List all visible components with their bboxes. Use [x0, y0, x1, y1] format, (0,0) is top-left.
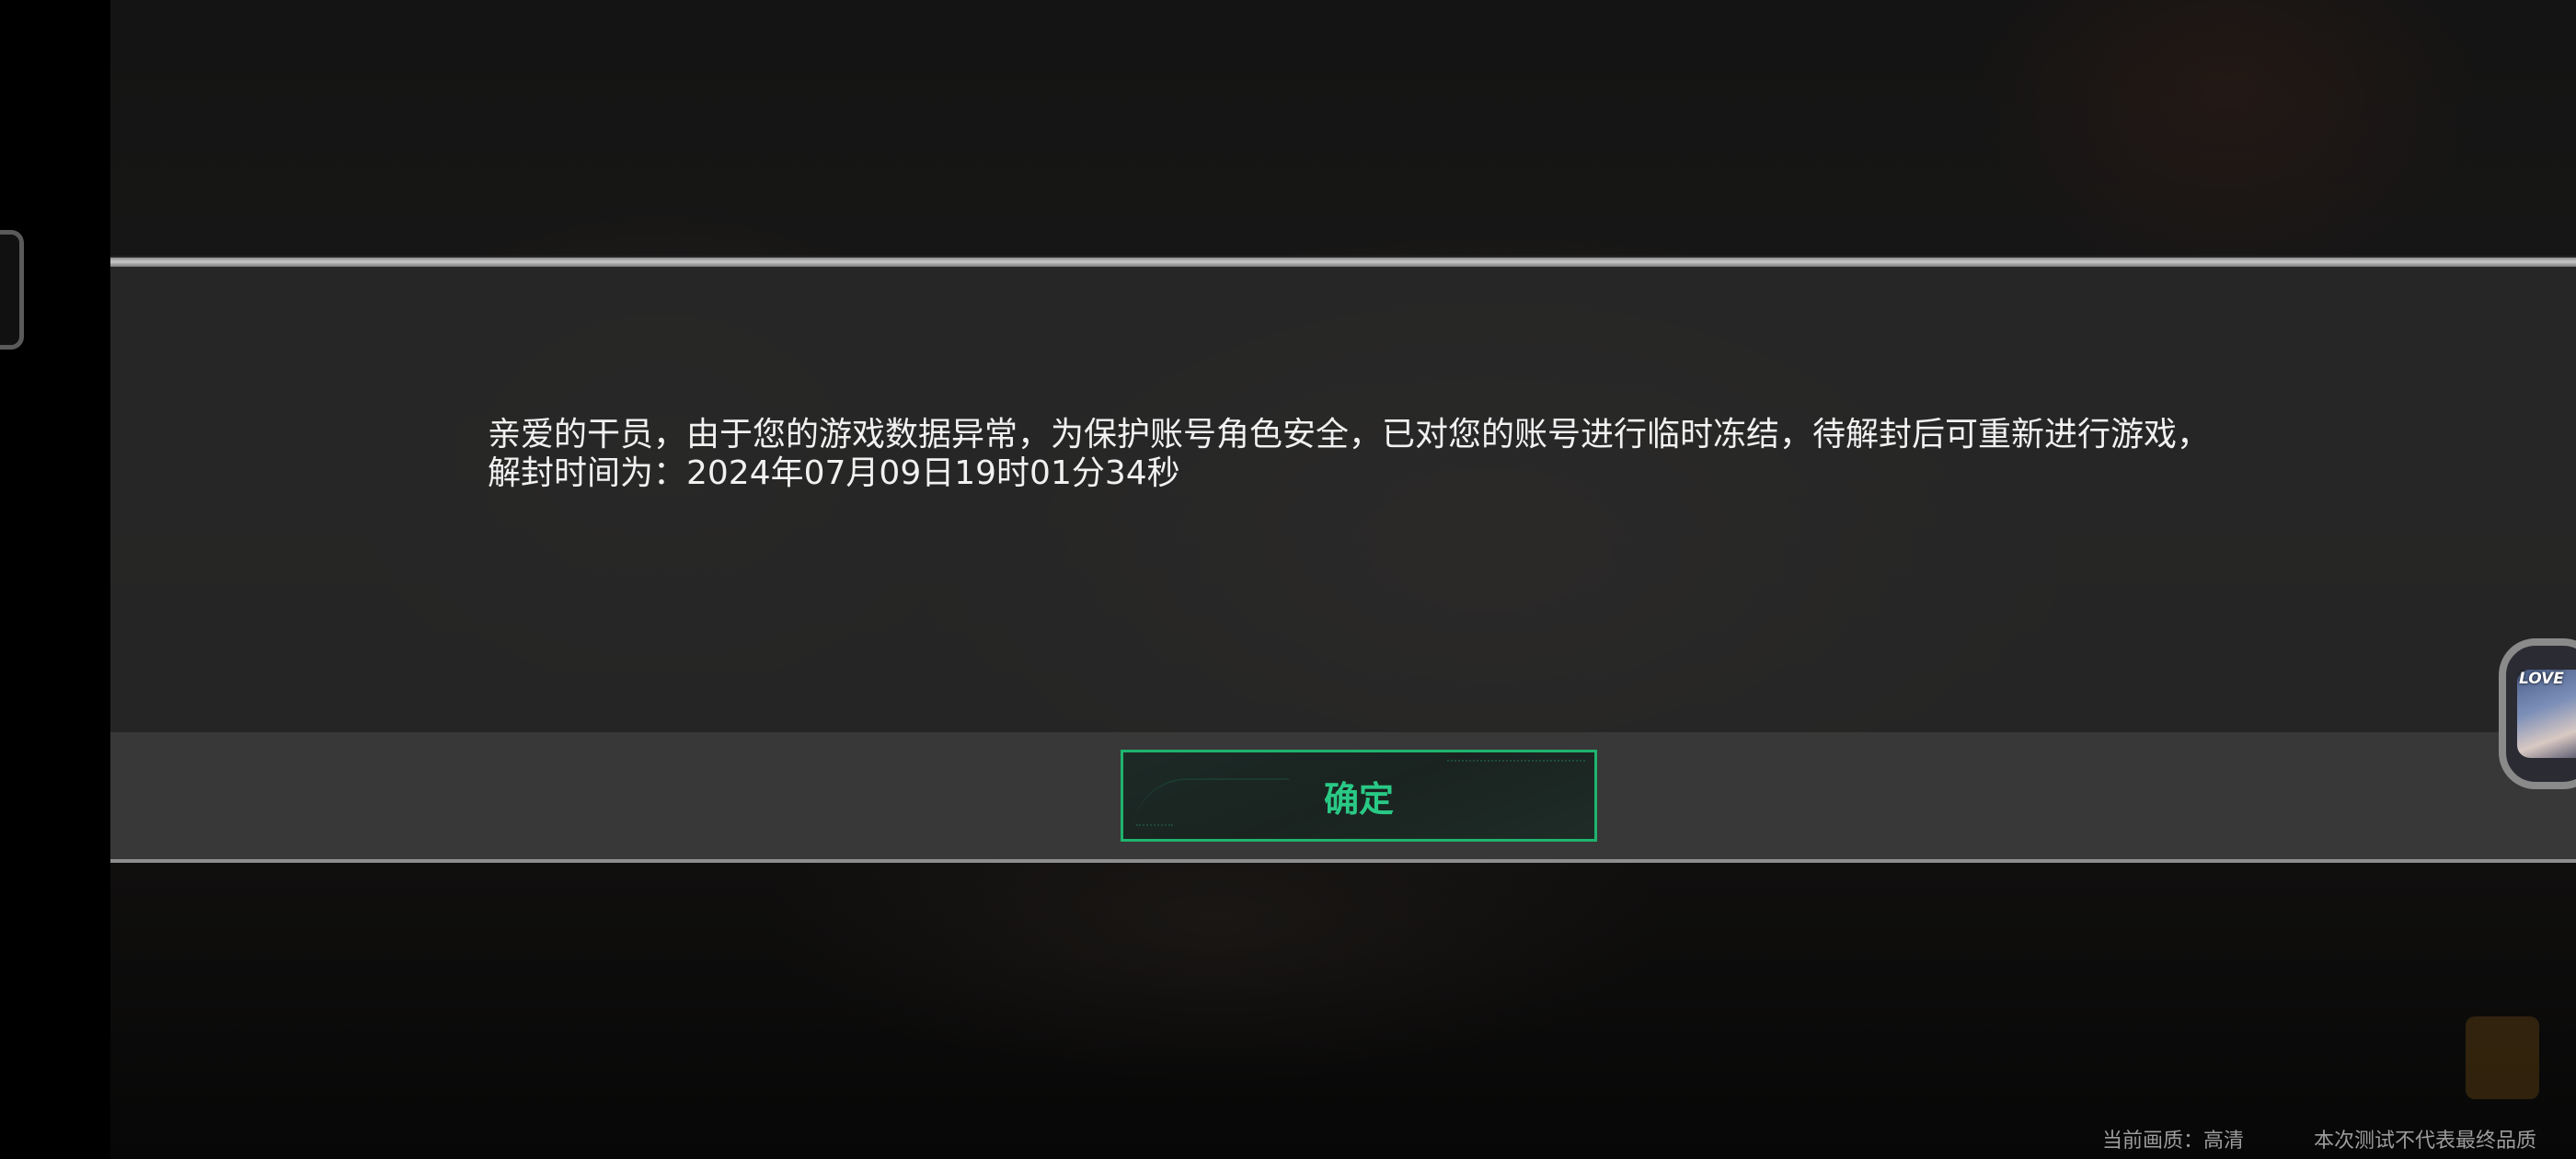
- confirm-button-label: 确定: [1323, 778, 1394, 820]
- background-blurred-item: [1021, 892, 1233, 940]
- background-blurred-icon: [2466, 1016, 2539, 1099]
- graphics-quality-text: 当前画质：高清: [2102, 1130, 2245, 1153]
- unban-time: 解封时间为：2024年07月09日19时01分34秒: [488, 454, 1180, 492]
- button-decoration: [1447, 760, 1585, 767]
- dialog-bottom-border: [110, 859, 2576, 863]
- avatar-label: LOVE: [2519, 670, 2564, 688]
- game-screen: 亲爱的干员，由于您的游戏数据异常，为保护账号角色安全，已对您的账号进行临时冻结，…: [0, 0, 2576, 1159]
- left-edge-handle[interactable]: [0, 230, 24, 350]
- dialog-top-border: [110, 258, 2576, 267]
- ban-message: 亲爱的干员，由于您的游戏数据异常，为保护账号角色安全，已对您的账号进行临时冻结，…: [488, 416, 2211, 453]
- floating-avatar-button[interactable]: LOVE: [2499, 638, 2576, 789]
- confirm-button[interactable]: 确定: [1121, 750, 1597, 842]
- button-decoration: [1136, 824, 1173, 830]
- dialog-body: 亲爱的干员，由于您的游戏数据异常，为保护账号角色安全，已对您的账号进行临时冻结，…: [488, 416, 2217, 493]
- left-edge-bar: [0, 0, 110, 1159]
- test-disclaimer-text: 本次测试不代表最终品质: [2314, 1130, 2537, 1153]
- background-blurred-item: [1518, 892, 1702, 940]
